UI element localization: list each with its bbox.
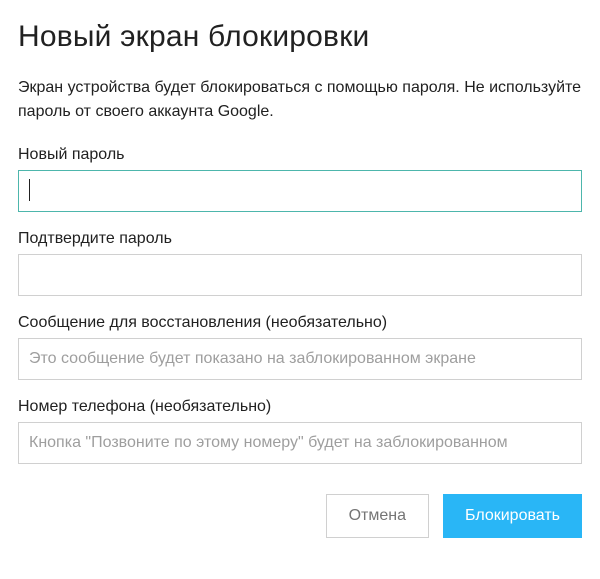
cancel-button[interactable]: Отмена	[326, 494, 429, 538]
lock-button[interactable]: Блокировать	[443, 494, 582, 538]
new-password-label: Новый пароль	[18, 146, 582, 164]
confirm-password-group: Подтвердите пароль	[18, 230, 582, 296]
recovery-message-label: Сообщение для восстановления (необязател…	[18, 314, 582, 332]
phone-number-label: Номер телефона (необязательно)	[18, 398, 582, 416]
confirm-password-input[interactable]	[18, 254, 582, 296]
new-password-input[interactable]	[18, 170, 582, 212]
confirm-password-label: Подтвердите пароль	[18, 230, 582, 248]
recovery-message-input[interactable]	[18, 338, 582, 380]
new-password-group: Новый пароль	[18, 146, 582, 212]
button-row: Отмена Блокировать	[18, 494, 582, 538]
description-text: Экран устройства будет блокироваться с п…	[18, 76, 582, 124]
text-caret	[29, 179, 30, 201]
phone-number-input[interactable]	[18, 422, 582, 464]
phone-number-group: Номер телефона (необязательно)	[18, 398, 582, 464]
page-title: Новый экран блокировки	[18, 20, 582, 54]
recovery-message-group: Сообщение для восстановления (необязател…	[18, 314, 582, 380]
